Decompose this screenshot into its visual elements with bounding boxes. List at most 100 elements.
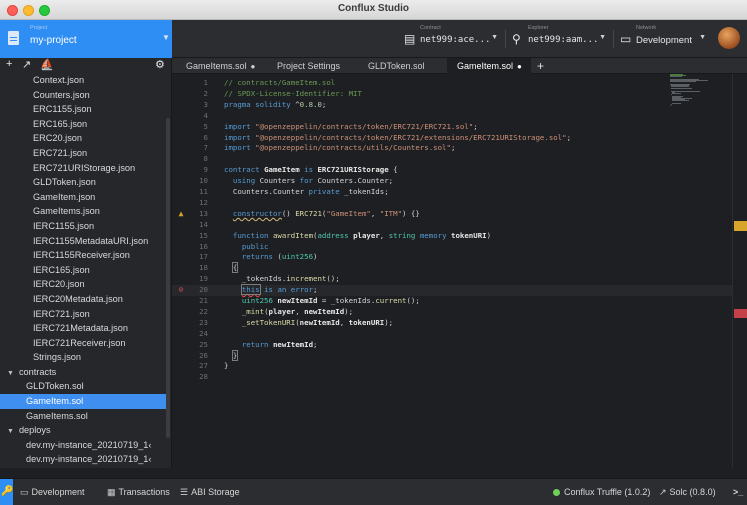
tab-label: Project Settings: [277, 61, 341, 71]
code-line[interactable]: 21 uint256 newItemId = _tokenIds.current…: [172, 296, 732, 307]
tree-file[interactable]: ERC721URIStorage.json: [0, 161, 166, 176]
code-line[interactable]: 14: [172, 220, 732, 231]
code-line[interactable]: ⊘ 20 this is an error;: [172, 284, 732, 296]
tree-item-label: GameItem.sol: [26, 396, 84, 407]
tree-file[interactable]: GLDToken.sol: [0, 379, 166, 394]
explorer-caption: Explorer: [528, 25, 549, 31]
transactions-button[interactable]: ▦ Transactions: [107, 487, 170, 498]
code-line[interactable]: 9 contract GameItem is ERC721URIStorage {: [172, 165, 732, 176]
tree-file[interactable]: Context.json: [0, 73, 166, 88]
error-icon[interactable]: ⊘: [176, 285, 186, 296]
editor-scrollbar[interactable]: [732, 74, 747, 468]
new-file-icon[interactable]: +: [6, 58, 12, 70]
tree-file[interactable]: ERC1155.json: [0, 102, 166, 117]
chevron-down-icon[interactable]: ▼: [7, 428, 14, 435]
solc-version-button[interactable]: ↗ Solc (0.8.0): [659, 487, 716, 498]
network-selector[interactable]: ▭ Network Development ▼: [614, 20, 714, 58]
code-line[interactable]: 17 returns (uint256): [172, 252, 732, 263]
user-avatar[interactable]: [718, 27, 740, 49]
hammer-icon: ↗: [659, 487, 667, 497]
minimap-line: [671, 104, 672, 105]
key-button[interactable]: 🔑: [0, 479, 13, 505]
tree-file[interactable]: ERC20.json: [0, 131, 166, 146]
code-line[interactable]: 22 _mint(player, newItemId);: [172, 307, 732, 318]
code-line[interactable]: 18 {: [172, 262, 732, 274]
code-text: _tokenIds.increment();: [224, 274, 340, 284]
tree-file[interactable]: GameItem.json: [0, 190, 166, 205]
tab-gldtoken-sol[interactable]: GLDToken.sol: [358, 58, 442, 74]
unsaved-dot-icon[interactable]: ●: [251, 62, 256, 71]
tree-file[interactable]: Counters.json: [0, 88, 166, 103]
abi-storage-button[interactable]: ☰ ABI Storage: [180, 487, 240, 498]
code-line[interactable]: 8: [172, 154, 732, 165]
deploy-icon[interactable]: ⛵: [40, 58, 54, 71]
tree-file[interactable]: GameItems.json: [0, 204, 166, 219]
code-line[interactable]: 28: [172, 372, 732, 383]
tree-file[interactable]: IERC20.json: [0, 277, 166, 292]
code-line[interactable]: 25 return newItemId;: [172, 340, 732, 351]
tree-file[interactable]: GameItem.sol: [0, 394, 166, 409]
code-text: contract GameItem is ERC721URIStorage {: [224, 165, 398, 175]
code-text: pragma solidity ^0.8.0;: [224, 99, 327, 109]
tree-file[interactable]: IERC165.json: [0, 263, 166, 278]
tree-file[interactable]: IERC1155.json: [0, 219, 166, 234]
code-text: Counters.Counter private _tokenIds;: [224, 187, 389, 196]
hammer-icon[interactable]: ↗: [22, 58, 31, 71]
code-line[interactable]: 24: [172, 329, 732, 340]
tree-file[interactable]: dev.my-instance_20210719_1‹: [0, 438, 166, 453]
code-line[interactable]: 7 import "@openzeppelin/contracts/utils/C…: [172, 143, 732, 154]
truffle-version-button[interactable]: Conflux Truffle (1.0.2): [553, 487, 650, 497]
code-line[interactable]: 2 // SPDX-License-Identifier: MIT: [172, 89, 732, 100]
code-line[interactable]: 23 _setTokenURI(newItemId, tokenURI);: [172, 318, 732, 329]
tree-folder[interactable]: ▼ deploys: [0, 423, 166, 438]
chevron-down-icon[interactable]: ▼: [7, 370, 14, 377]
code-line[interactable]: 4: [172, 111, 732, 122]
tree-file[interactable]: GameItems.sol: [0, 409, 166, 424]
development-button[interactable]: ▭ Development: [20, 487, 85, 498]
unsaved-dot-icon[interactable]: ●: [517, 62, 522, 71]
tree-file[interactable]: ERC165.json: [0, 117, 166, 132]
warning-icon[interactable]: ▲: [176, 209, 186, 220]
tree-file[interactable]: dev.my-instance_20210719_1‹: [0, 452, 166, 467]
tree-file[interactable]: IERC20Metadata.json: [0, 292, 166, 307]
sidebar-scrollbar[interactable]: [166, 118, 170, 438]
code-line[interactable]: 3 pragma solidity ^0.8.0;: [172, 100, 732, 111]
tab-project-settings[interactable]: Project Settings: [267, 58, 353, 74]
tree-file[interactable]: IERC721.json: [0, 307, 166, 322]
tree-file[interactable]: IERC1155Receiver.json: [0, 248, 166, 263]
tree-file[interactable]: ERC721.json: [0, 146, 166, 161]
tree-file[interactable]: IERC721Receiver.json: [0, 336, 166, 351]
code-line[interactable]: 15 function awardItem(address player, st…: [172, 231, 732, 242]
tab-gameitem-sol[interactable]: GameItem.sol ●: [447, 58, 531, 74]
code-line[interactable]: 5 import "@openzeppelin/contracts/token/E…: [172, 122, 732, 133]
code-line[interactable]: ▲ 13 constructor() ERC721("GameItem", "IT…: [172, 209, 732, 220]
line-number: 9: [203, 165, 208, 175]
tree-file[interactable]: GLDToken.json: [0, 175, 166, 190]
contract-selector[interactable]: ▤ Contract net999:ace... ▼: [398, 20, 506, 58]
code-line[interactable]: 10 using Counters for Counters.Counter;: [172, 176, 732, 187]
tree-file[interactable]: Strings.json: [0, 350, 166, 365]
contract-caption: Contract: [420, 25, 441, 31]
gear-icon[interactable]: ⚙: [155, 58, 165, 71]
code-line[interactable]: 27}: [172, 361, 732, 372]
code-line[interactable]: 11 Counters.Counter private _tokenIds;: [172, 187, 732, 198]
explorer-selector[interactable]: ⚲ Explorer net999:aam... ▼: [506, 20, 614, 58]
code-line[interactable]: 16 public: [172, 242, 732, 253]
tree-file[interactable]: IERC1155MetadataURI.json: [0, 234, 166, 249]
tree-file[interactable]: IERC721Metadata.json: [0, 321, 166, 336]
code-line[interactable]: 26 }: [172, 349, 732, 362]
tree-folder[interactable]: ▼ contracts: [0, 365, 166, 380]
terminal-icon[interactable]: >_: [733, 487, 743, 497]
code-line[interactable]: 19 _tokenIds.increment();: [172, 274, 732, 285]
new-tab-button[interactable]: +: [537, 59, 544, 73]
code-line[interactable]: 12: [172, 198, 732, 209]
line-number: 21: [199, 296, 208, 305]
code-editor[interactable]: 1 // contracts/GameItem.sol 2 // SPDX-Licen…: [172, 74, 732, 468]
tab-gameitems-sol[interactable]: GameItems.sol ●: [176, 58, 262, 74]
code-line[interactable]: 1 // contracts/GameItem.sol: [172, 78, 732, 89]
line-number: 23: [199, 317, 208, 327]
project-selector[interactable]: Project my-project ▼: [0, 20, 172, 58]
minimap[interactable]: [670, 74, 710, 108]
tree-item-label: IERC20.json: [33, 279, 85, 290]
code-line[interactable]: 6 import "@openzeppelin/contracts/token/E…: [172, 133, 732, 144]
